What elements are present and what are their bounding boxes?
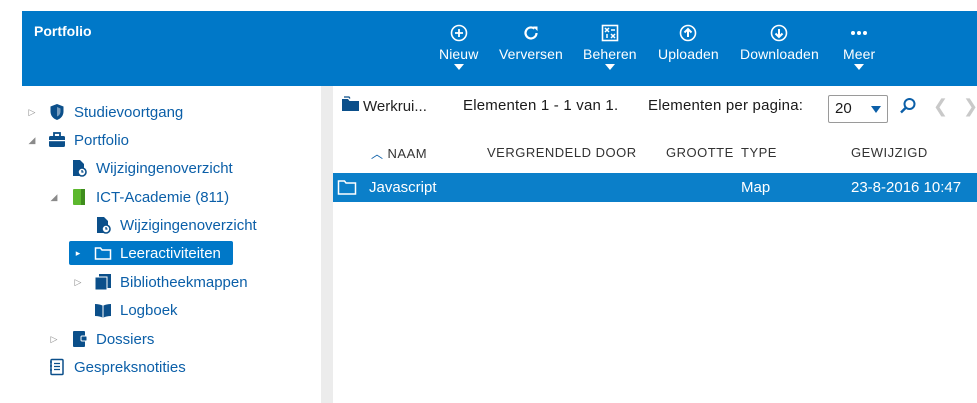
refresh-button-label: Verversen <box>499 46 563 62</box>
tree-item-label: Wijzigingenoverzicht <box>96 159 233 177</box>
tree-item-studievoortgang[interactable]: ▷ Studievoortgang <box>26 100 184 124</box>
folder-icon <box>337 178 357 200</box>
tree-item-portfolio[interactable]: ◢ Portfolio <box>26 128 130 152</box>
tree-item-ict-academie[interactable]: ◢ ICT-Academie (811) <box>48 185 230 209</box>
tree-item-label: ICT-Academie (811) <box>96 188 230 206</box>
upload-button-label: Uploaden <box>658 46 719 62</box>
folder-icon <box>94 244 112 262</box>
chevron-down-icon <box>604 64 615 70</box>
workspace-label: Werkrui... <box>363 97 427 115</box>
green-notebook-icon <box>70 188 88 206</box>
main-panel: Werkrui... Elementen 1 - 1 van 1. Elemen… <box>333 86 977 403</box>
upload-icon <box>678 23 698 43</box>
column-header-type[interactable]: TYPE <box>741 145 777 160</box>
tree-item-label: Studievoortgang <box>74 103 184 121</box>
new-button[interactable]: Nieuw <box>439 11 478 86</box>
column-header-name[interactable]: ︿ NAAM <box>371 145 427 162</box>
workspace-button[interactable]: Werkrui... <box>341 96 427 116</box>
collapse-triangle-icon[interactable]: ◢ <box>48 192 60 203</box>
per-page-select[interactable]: 20 <box>828 95 888 123</box>
download-icon <box>769 23 789 43</box>
new-button-label: Nieuw <box>439 46 479 62</box>
folder-stack-icon <box>341 96 361 116</box>
tree-item-logboek[interactable]: Logboek <box>72 298 178 322</box>
row-name: Javascript <box>369 179 437 196</box>
sort-ascending-icon: ︿ <box>371 147 384 161</box>
folder-book-icon <box>70 330 88 348</box>
expand-triangle-icon[interactable]: ▷ <box>48 334 60 345</box>
download-button-label: Downloaden <box>740 46 819 62</box>
shield-icon <box>48 103 66 121</box>
document-clock-icon <box>94 216 112 234</box>
manage-button[interactable]: Beheren <box>583 11 637 86</box>
column-header-modified[interactable]: GEWIJZIGD <box>851 145 928 160</box>
more-dots-icon <box>849 23 869 43</box>
sidebar-tree: ▷ Studievoortgang ◢ Portfolio Wijziginge… <box>22 86 321 403</box>
per-page-value: 20 <box>835 100 852 117</box>
table-header: ︿ NAAM VERGRENDELD DOOR GROOTTE TYPE GEWI… <box>333 141 977 165</box>
tree-item-bibliotheekmappen[interactable]: ▷ Bibliotheekmappen <box>72 270 248 294</box>
books-icon <box>94 273 112 291</box>
next-page-icon[interactable]: ❯ <box>963 96 977 117</box>
search-icon[interactable] <box>899 97 917 120</box>
tree-item-gespreksnotities[interactable]: Gespreksnotities <box>26 355 186 379</box>
row-type: Map <box>741 179 771 196</box>
per-page-label: Elementen per pagina: <box>648 97 804 114</box>
tree-item-wijzigingenoverzicht-sub[interactable]: Wijzigingenoverzicht <box>72 213 257 237</box>
previous-page-icon[interactable]: ❮ <box>933 96 948 117</box>
tree-item-label: Logboek <box>120 301 178 319</box>
collapse-triangle-icon[interactable]: ◢ <box>26 135 38 146</box>
manage-button-label: Beheren <box>583 46 637 62</box>
top-bar: Portfolio Nieuw Verversen Beheren Upload… <box>22 11 977 86</box>
chevron-down-icon <box>854 64 865 70</box>
notes-icon <box>48 358 66 376</box>
more-button[interactable]: Meer <box>843 11 875 86</box>
expand-triangle-icon[interactable]: ▷ <box>72 277 84 288</box>
chevron-down-icon <box>871 106 881 113</box>
app-title: Portfolio <box>34 23 92 39</box>
tree-item-label: Wijzigingenoverzicht <box>120 216 257 234</box>
tree-item-label: Portfolio <box>74 131 130 149</box>
chevron-down-icon <box>453 64 464 70</box>
table-row[interactable]: Javascript Map 23-8-2016 10:47 <box>333 173 977 202</box>
tree-item-leeractiviteiten[interactable]: ▸ Leeractiviteiten <box>69 241 233 265</box>
tree-item-label: Bibliotheekmappen <box>120 273 248 291</box>
row-modified: 23-8-2016 10:47 <box>851 179 962 196</box>
panel-divider[interactable] <box>321 86 333 403</box>
refresh-button[interactable]: Verversen <box>499 11 563 86</box>
column-header-locked-by[interactable]: VERGRENDELD DOOR <box>487 145 637 160</box>
plus-circle-icon <box>449 23 469 43</box>
manage-grid-icon <box>600 23 620 43</box>
tree-item-label: Leeractiviteiten <box>120 244 221 262</box>
briefcase-icon <box>48 131 66 149</box>
tree-item-dossiers[interactable]: ▷ Dossiers <box>48 327 155 351</box>
tree-item-label: Gespreksnotities <box>74 358 186 376</box>
tree-item-label: Dossiers <box>96 330 155 348</box>
expand-triangle-icon[interactable]: ▷ <box>26 107 38 118</box>
paging-status: Elementen 1 - 1 van 1. <box>463 97 619 114</box>
refresh-icon <box>521 23 541 43</box>
document-clock-icon <box>70 159 88 177</box>
expand-triangle-icon[interactable]: ▸ <box>72 248 84 259</box>
open-book-icon <box>94 301 112 319</box>
upload-button[interactable]: Uploaden <box>658 11 719 86</box>
more-button-label: Meer <box>843 46 876 62</box>
tree-item-wijzigingenoverzicht[interactable]: Wijzigingenoverzicht <box>48 156 233 180</box>
column-header-size[interactable]: GROOTTE <box>666 145 734 160</box>
download-button[interactable]: Downloaden <box>740 11 819 86</box>
